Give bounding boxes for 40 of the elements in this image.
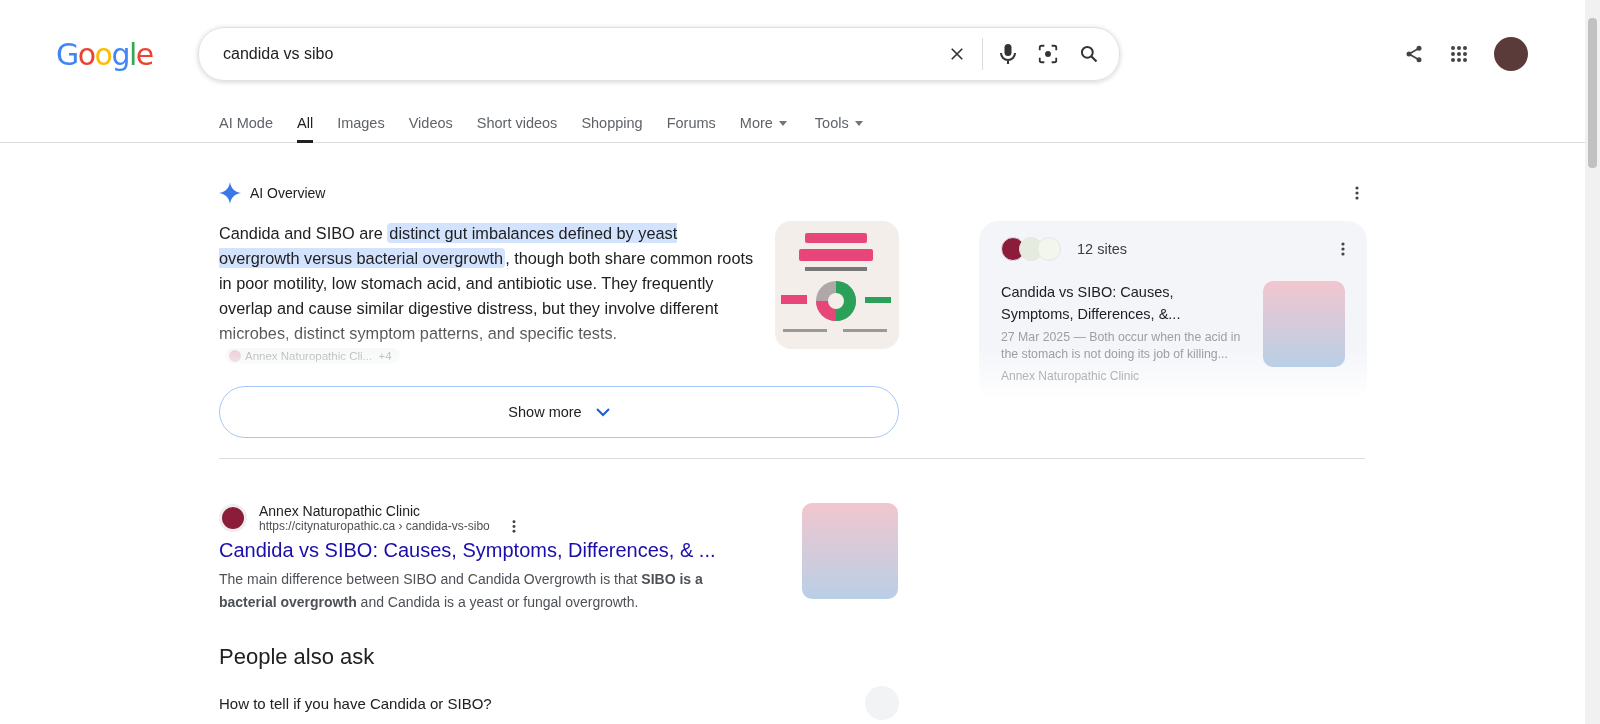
more-options-icon[interactable] [1341, 242, 1345, 256]
overview-paragraph: Candida and SIBO are distinct gut imbalances defined by yeast overgrowth versus bacterial overgrowth, though both share common roots in poor motility, low stomach acid, and antibiotic use. They frequently overlap and cause similar digestive distress, but they involve different microbes, distinct symptom patterns, and specific tests. [219, 222, 755, 344]
search-tab[interactable]: Tools [814, 106, 863, 143]
search-tab[interactable]: Shopping [581, 106, 643, 143]
show-more-button[interactable]: Show more [219, 386, 899, 438]
search-tab[interactable]: Short videos [476, 106, 558, 143]
close-icon[interactable] [948, 45, 966, 63]
scrollbar[interactable] [1585, 0, 1600, 724]
search-bar[interactable]: candida vs sibo [198, 27, 1120, 81]
search-field[interactable]: candida vs sibo [221, 44, 928, 64]
search-tab[interactable]: Forums [666, 106, 716, 143]
chevron-icon [595, 407, 610, 417]
site-name: Annex Naturopathic Clinic [259, 503, 422, 519]
infographic-thumbnail[interactable] [775, 221, 899, 349]
microphone-icon[interactable] [999, 43, 1017, 65]
sparkle-icon [219, 182, 241, 204]
site-url: https://citynaturopathic.ca › candida-vs-sibo [259, 519, 490, 533]
more-options-icon[interactable] [511, 519, 516, 533]
result-title-link[interactable]: Candida vs SIBO: Causes, Symptoms, Differences, & ... [219, 539, 759, 562]
apps-grid-icon[interactable] [1450, 45, 1468, 63]
source-title-link[interactable]: Candida vs SIBO: Causes, Symptoms, Differences, &... [1001, 281, 1245, 325]
result-snippet: The main difference between SIBO and Candida Overgrowth is that SIBO is a bacterial overgrowth and Candida is a yeast or fungal overgrowth. [219, 570, 704, 612]
question-item[interactable]: How to tell if you have Candida or SIBO? [219, 694, 492, 712]
avatar[interactable] [1494, 37, 1528, 71]
ai-overview-title: AI Overview [250, 185, 326, 201]
people-also-ask-heading: People also ask [219, 644, 376, 670]
site-favicon-icon [219, 504, 247, 532]
search-tab[interactable]: Videos [408, 106, 453, 143]
search-tab[interactable]: AI Mode [219, 106, 273, 143]
search-tab[interactable]: More [739, 106, 787, 143]
sites-count[interactable]: 12 sites [1077, 241, 1127, 257]
source-snippet: 27 Mar 2025 — Both occur when the acid in the stomach is not doing its job of killing... [1001, 329, 1242, 363]
search-tab[interactable]: Images [337, 106, 385, 143]
search-icon[interactable] [1079, 44, 1099, 64]
more-options-icon[interactable] [1355, 186, 1359, 200]
source-name: Annex Naturopathic Clinic [1001, 369, 1141, 383]
site-favicons-icon [1001, 237, 1061, 261]
google-logo[interactable]: Google [56, 36, 198, 72]
share-icon[interactable] [1404, 44, 1424, 64]
camera-lens-icon[interactable] [1037, 43, 1059, 65]
